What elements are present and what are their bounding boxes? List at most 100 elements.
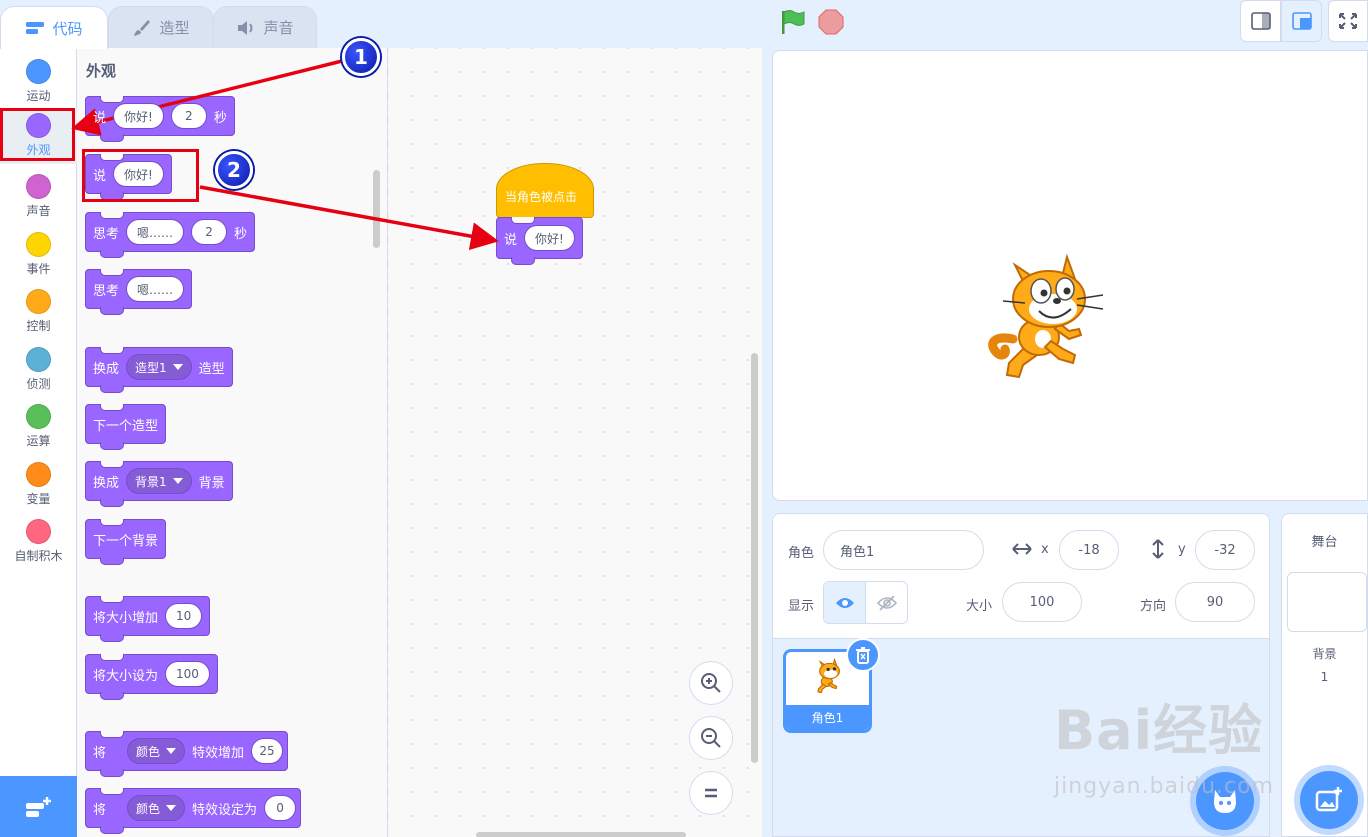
delete-sprite-button[interactable]: [846, 638, 880, 672]
tab-sounds[interactable]: 声音: [213, 6, 317, 48]
tab-code-label: 代码: [52, 19, 83, 38]
y-input[interactable]: -32: [1195, 530, 1255, 570]
block-suffix: 造型: [198, 361, 225, 377]
stage-thumbnail[interactable]: [1287, 572, 1367, 632]
category-motion[interactable]: 运动: [0, 56, 77, 110]
block-suffix: 特效设定为: [192, 802, 258, 818]
block-label: 说: [93, 110, 107, 126]
green-flag-icon[interactable]: [778, 8, 806, 36]
effect-dropdown[interactable]: 颜色: [127, 738, 186, 764]
effect-dropdown[interactable]: 颜色: [127, 795, 186, 821]
next-costume-block[interactable]: 下一个造型: [85, 404, 167, 450]
block-secs-input[interactable]: 2: [170, 103, 207, 129]
block-label: 换成: [93, 361, 120, 377]
hat-label: 当角色被点击: [505, 190, 578, 204]
block-text-input[interactable]: 你好!: [524, 225, 575, 251]
dropdown-value: 颜色: [136, 744, 161, 759]
tab-code[interactable]: 代码: [0, 6, 108, 49]
variables-dot-icon: [26, 462, 51, 487]
change-size-block[interactable]: 将大小增加 10: [85, 596, 211, 642]
category-variables[interactable]: 变量: [0, 459, 77, 513]
change-effect-block[interactable]: 将 颜色 特效增加 25: [85, 731, 289, 777]
operators-dot-icon: [26, 404, 51, 429]
size-label: 大小: [966, 599, 993, 614]
choose-backdrop-button[interactable]: [1300, 771, 1358, 829]
script-horizontal-scrollbar[interactable]: [476, 832, 686, 837]
block-number-input[interactable]: 0: [264, 795, 297, 821]
block-number-input[interactable]: 10: [165, 603, 203, 629]
events-dot-icon: [26, 232, 51, 257]
zoom-in-button[interactable]: [689, 661, 733, 705]
block-label: 换成: [93, 475, 120, 491]
category-sensing[interactable]: 侦测: [0, 344, 77, 398]
control-dot-icon: [26, 289, 51, 314]
block-secs-input[interactable]: 2: [191, 219, 228, 245]
set-effect-block[interactable]: 将 颜色 特效设定为 0: [85, 788, 302, 834]
palette-heading: 外观: [86, 62, 117, 80]
block-text-input[interactable]: 你好!: [113, 161, 164, 187]
block-number-input[interactable]: 25: [251, 738, 284, 764]
block-suffix: 背景: [198, 475, 225, 491]
category-events[interactable]: 事件: [0, 229, 77, 283]
backdrop-dropdown[interactable]: 背景1: [126, 468, 192, 494]
x-label: x: [1041, 542, 1049, 557]
eye-slash-icon: [876, 594, 897, 611]
brush-icon: [134, 19, 151, 36]
category-operators[interactable]: 运算: [0, 401, 77, 455]
visibility-toggle: [823, 581, 908, 624]
script-vertical-scrollbar[interactable]: [751, 353, 758, 763]
stop-icon[interactable]: [818, 9, 844, 35]
zoom-reset-button[interactable]: [689, 771, 733, 815]
dropdown-value: 背景1: [135, 474, 167, 489]
block-label: 将: [93, 802, 107, 818]
tab-costumes-label: 造型: [159, 19, 190, 37]
category-sound[interactable]: 声音: [0, 171, 77, 225]
hide-button[interactable]: [866, 582, 907, 623]
sprite-name-input[interactable]: 角色1: [823, 530, 984, 570]
script-area[interactable]: 当角色被点击 说 你好!: [388, 48, 762, 837]
block-suffix: 特效增加: [192, 745, 245, 761]
category-menu: 运动 外观 声音 事件 控制 侦测 运算 变量 自制积木: [0, 48, 77, 837]
dropdown-value: 颜色: [136, 801, 161, 816]
highlight-looks-category: [0, 108, 75, 161]
size-input[interactable]: 100: [1002, 582, 1082, 622]
normal-stage-icon: [1291, 12, 1312, 30]
set-size-block[interactable]: 将大小设为 100: [85, 654, 218, 700]
show-button[interactable]: [824, 582, 866, 623]
category-label: 自制积木: [14, 549, 63, 563]
palette-scrollbar[interactable]: [373, 170, 380, 248]
block-unit: 秒: [213, 110, 227, 126]
block-text-input[interactable]: 嗯……: [126, 276, 185, 302]
dropdown-arrow-icon: [166, 805, 177, 811]
script-say-block[interactable]: 说 你好!: [496, 217, 583, 265]
zoom-out-button[interactable]: [689, 716, 733, 760]
block-text-input[interactable]: 嗯……: [126, 219, 185, 245]
category-label: 运算: [26, 434, 51, 448]
think-block[interactable]: 思考 嗯……: [85, 269, 193, 315]
direction-input[interactable]: 90: [1175, 582, 1255, 622]
block-number-input[interactable]: 100: [165, 661, 210, 687]
category-my-blocks[interactable]: 自制积木: [0, 516, 77, 570]
think-for-secs-block[interactable]: 思考 嗯…… 2 秒: [85, 212, 256, 258]
sensing-dot-icon: [26, 347, 51, 372]
fullscreen-button[interactable]: [1328, 0, 1368, 42]
sprite-info: 角色 角色1 x -18 y -32 显示 大小 100 方向 90: [773, 514, 1269, 639]
x-input[interactable]: -18: [1059, 530, 1119, 570]
block-text-input[interactable]: 你好!: [113, 103, 164, 129]
when-sprite-clicked-block[interactable]: 当角色被点击: [496, 163, 594, 218]
next-backdrop-block[interactable]: 下一个背景: [85, 519, 167, 565]
switch-costume-block[interactable]: 换成 造型1 造型: [85, 347, 233, 393]
tab-costumes[interactable]: 造型: [108, 6, 214, 48]
costume-dropdown[interactable]: 造型1: [126, 354, 192, 380]
stage-canvas[interactable]: [772, 50, 1368, 501]
switch-backdrop-block[interactable]: 换成 背景1 背景: [85, 461, 233, 507]
scratch-cat-sprite[interactable]: [985, 251, 1109, 383]
small-stage-button[interactable]: [1240, 0, 1281, 42]
normal-stage-button[interactable]: [1281, 0, 1322, 42]
category-control[interactable]: 控制: [0, 286, 77, 340]
watermark-url: jingyan.baidu.com: [1054, 774, 1275, 799]
block-label: 下一个背景: [93, 533, 159, 549]
add-extension-button[interactable]: [0, 776, 77, 837]
say-for-secs-block[interactable]: 说 你好! 2 秒: [85, 96, 235, 142]
category-label: 变量: [26, 492, 51, 506]
